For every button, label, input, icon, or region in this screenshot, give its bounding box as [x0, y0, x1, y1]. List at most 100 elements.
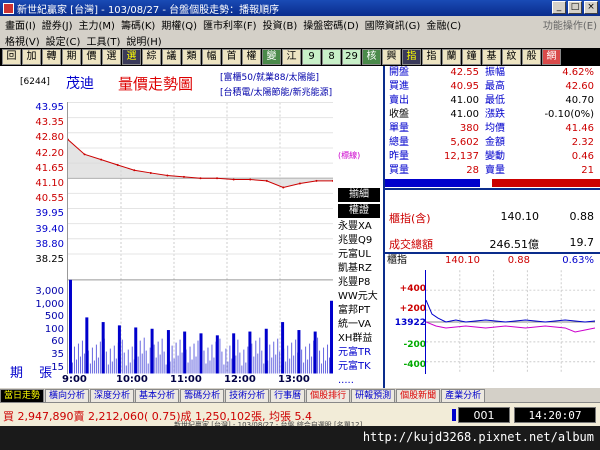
toolbar-button[interactable]: 江	[282, 49, 301, 65]
volume-bar	[197, 340, 199, 374]
tab-item[interactable]: 當日走勢	[0, 388, 45, 402]
tab-item[interactable]: 技術分析	[225, 388, 270, 402]
volume-bar	[299, 365, 301, 374]
chart-plot[interactable]	[67, 102, 333, 374]
broker-header[interactable]: 揃細	[338, 188, 380, 202]
tag-line[interactable]: [富櫃50/就業88/太陽能]	[220, 71, 332, 86]
toolbar-button[interactable]: 選	[102, 49, 121, 65]
broker-item[interactable]: WW元大	[338, 290, 380, 304]
volume-bar	[315, 353, 317, 374]
volume-bar	[179, 339, 181, 374]
broker-item[interactable]: 凱基RZ	[338, 262, 380, 276]
toolbar-button[interactable]: 指	[422, 49, 441, 65]
toolbar-button[interactable]: 基	[482, 49, 501, 65]
toolbar-button[interactable]: 首	[222, 49, 241, 65]
tab-item[interactable]: 研報預測	[351, 388, 396, 402]
menu-item[interactable]: 畫面(I)	[2, 17, 39, 32]
broker-item[interactable]: 富邦PT	[338, 304, 380, 318]
menu-item[interactable]: 期權(Q)	[158, 17, 200, 32]
tab-item[interactable]: 基本分析	[135, 388, 180, 402]
tab-item[interactable]: 行事曆	[270, 388, 306, 402]
toolbar-button[interactable]: 轉	[42, 49, 61, 65]
toolbar-button[interactable]: 9	[302, 49, 321, 65]
quote-cell: 均價	[485, 123, 505, 134]
title-bar: 新世紀贏家 [台灣] - 103/08/27 - 台盤個股走勢：播報順序 _ □…	[0, 0, 600, 16]
volume-bar	[255, 340, 257, 374]
toolbar-button[interactable]: 般	[522, 49, 541, 65]
menu-item[interactable]: 功能操作(E)	[540, 17, 600, 32]
menu-item[interactable]: 金融(C)	[423, 17, 464, 32]
broker-item[interactable]: .....	[338, 374, 380, 388]
menu-item[interactable]: 投資(B)	[260, 17, 301, 32]
toolbar-button[interactable]: 綜	[142, 49, 161, 65]
quote-cell: 28	[466, 165, 479, 176]
quote-cell: 漲跌	[485, 109, 505, 120]
toolbar-button[interactable]: 紋	[502, 49, 521, 65]
price-point	[249, 178, 252, 181]
toolbar-button[interactable]: 類	[182, 49, 201, 65]
tab-item[interactable]: 籌碼分析	[180, 388, 225, 402]
toolbar-button[interactable]: 蘭	[442, 49, 461, 65]
price-tick-label: 39.40	[35, 223, 64, 235]
menu-item[interactable]: 說明(H)	[123, 33, 164, 48]
toolbar-button[interactable]: 期	[62, 49, 81, 65]
menu-item[interactable]: 格視(V)	[2, 33, 43, 48]
maximize-button[interactable]: □	[568, 1, 582, 14]
broker-item[interactable]: 兆豐P8	[338, 276, 380, 290]
menu-item[interactable]: 操盤密碼(D)	[300, 17, 362, 32]
toolbar-button[interactable]: 指	[402, 49, 421, 65]
broker-item[interactable]: 元富UL	[338, 248, 380, 262]
toolbar-button[interactable]: 8	[322, 49, 341, 65]
mini-plot[interactable]	[425, 270, 595, 374]
volume-bar	[213, 357, 215, 374]
volume-bar	[323, 347, 325, 374]
menu-item[interactable]: 匯市利率(F)	[200, 17, 260, 32]
broker-item[interactable]: 統一VA	[338, 318, 380, 332]
volume-bar	[311, 356, 313, 374]
tab-item[interactable]: 橫向分析	[45, 388, 90, 402]
broker-item[interactable]: 元富TR	[338, 346, 380, 360]
quote-row: 單量 380 均價 41.46	[385, 122, 600, 136]
volume-bar	[275, 354, 277, 374]
tab-item[interactable]: 產業分析	[441, 388, 486, 402]
toolbar-button[interactable]: 核	[362, 49, 381, 65]
broker-item[interactable]: 永豐XA	[338, 220, 380, 234]
toolbar-button[interactable]: 幅	[202, 49, 221, 65]
menu-item[interactable]: 籌碼(K)	[118, 17, 158, 32]
broker-item[interactable]: 元富TK	[338, 360, 380, 374]
menu-item[interactable]: 工具(T)	[83, 33, 123, 48]
tab-item[interactable]: 個股新聞	[396, 388, 441, 402]
menu-item[interactable]: 證券(J)	[39, 17, 76, 32]
warrant-header[interactable]: 權證	[338, 204, 380, 218]
menu-item[interactable]: 設定(C)	[43, 33, 84, 48]
tab-item[interactable]: 個股排行	[306, 388, 351, 402]
toolbar-button[interactable]: 網	[542, 49, 561, 65]
menu-item[interactable]: 主力(M)	[76, 17, 118, 32]
toolbar-button[interactable]: 議	[162, 49, 181, 65]
price-point	[265, 179, 268, 182]
volume-bar	[241, 365, 243, 374]
status-code[interactable]: 001	[458, 407, 510, 423]
menu-item[interactable]: 國際資訊(G)	[362, 17, 424, 32]
tag-line[interactable]: [台積電/太陽節能/新兆能源]	[220, 86, 332, 101]
toolbar-button[interactable]: 變	[262, 49, 281, 65]
quote-cell: 總量	[389, 137, 409, 148]
toolbar-button[interactable]: 回	[2, 49, 21, 65]
toolbar-button[interactable]: 選	[122, 49, 141, 65]
volume-bar	[281, 364, 283, 374]
volume-bar	[93, 360, 95, 374]
minimize-button[interactable]: _	[552, 1, 566, 14]
broker-item[interactable]: 兆豐Q9	[338, 234, 380, 248]
close-button[interactable]: ×	[584, 1, 598, 14]
price-volume-chart: [6244] 茂迪 量價走勢圖 [富櫃50/就業88/太陽能] [台積電/太陽節…	[0, 66, 380, 388]
toolbar-button[interactable]: 29	[342, 49, 361, 65]
volume-bar	[103, 338, 105, 374]
broker-item[interactable]: XH群益	[338, 332, 380, 346]
toolbar-button[interactable]: 加	[22, 49, 41, 65]
tab-item[interactable]: 深度分析	[90, 388, 135, 402]
quote-cell: 收盤	[389, 109, 409, 120]
toolbar-button[interactable]: 興	[382, 49, 401, 65]
toolbar-button[interactable]: 權	[242, 49, 261, 65]
toolbar-button[interactable]: 價	[82, 49, 101, 65]
toolbar-button[interactable]: 鐘	[462, 49, 481, 65]
